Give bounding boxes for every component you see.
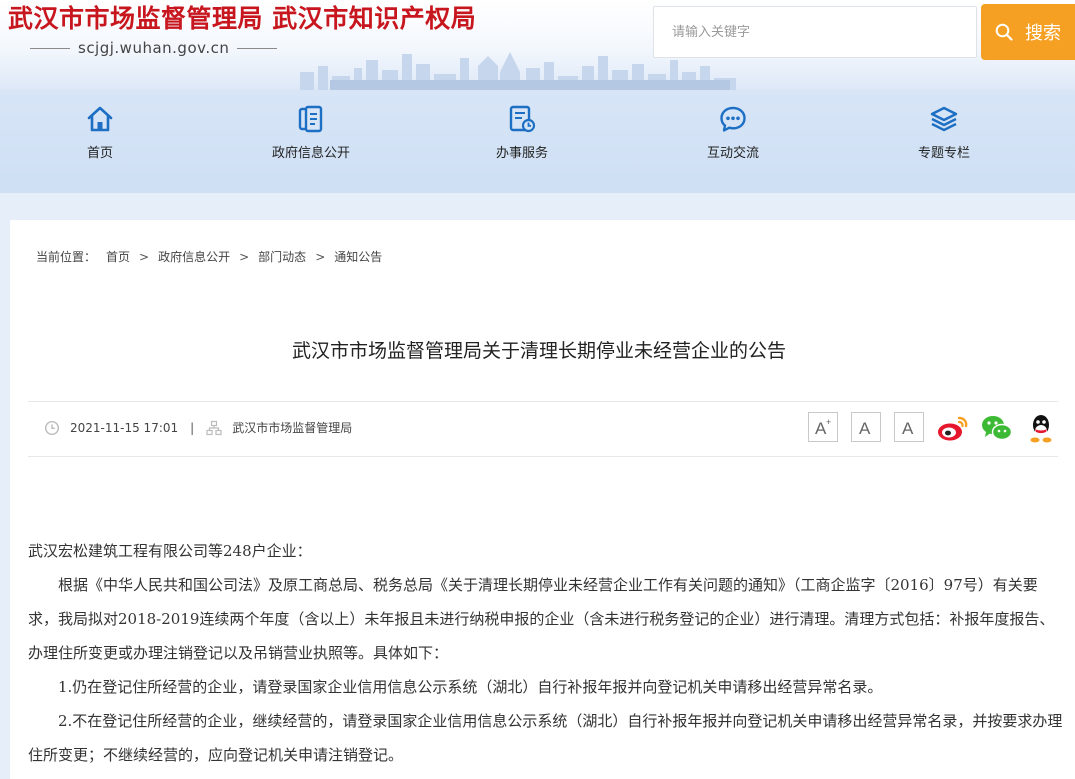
nav-label: 政府信息公开	[271, 146, 350, 161]
nav-item-interaction[interactable]: 互动交流	[673, 104, 793, 174]
svg-text:A: A	[902, 419, 914, 438]
search-button-label: 搜索	[1025, 23, 1061, 43]
nav-item-special-topics[interactable]: 专题专栏	[884, 104, 1004, 174]
nav-label: 办事服务	[495, 146, 548, 161]
nav-label: 首页	[86, 146, 113, 161]
qq-icon[interactable]	[1024, 412, 1058, 444]
article-card: 当前位置： 首页 > 政府信息公开 > 部门动态 > 通知公告 武汉市市场监督管…	[10, 220, 1075, 779]
layers-icon	[930, 106, 958, 132]
breadcrumb-separator: >	[315, 249, 326, 264]
article-paragraph: 2.不在登记住所经营的企业，继续经营的，请登录国家企业信用信息公示系统（湖北）自…	[28, 712, 1063, 764]
article-body: 武汉宏松建筑工程有限公司等248户企业： 根据《中华人民共和国公司法》及原工商总…	[28, 534, 1065, 772]
nav-item-home[interactable]: 首页	[40, 104, 160, 174]
svg-text:+: +	[826, 417, 831, 427]
wechat-icon[interactable]	[980, 412, 1014, 444]
site-domain: scjgj.wuhan.gov.cn	[30, 38, 280, 58]
article-source: 武汉市市场监督管理局	[232, 421, 353, 435]
divider	[30, 47, 70, 49]
font-reset-icon: A	[859, 419, 871, 438]
search-icon	[995, 23, 1013, 41]
search-button[interactable]: 搜索	[981, 4, 1075, 60]
article-meta-info: 2021-11-15 17:01 | 武汉市市场监督管理局	[44, 419, 352, 436]
nav-label: 专题专栏	[917, 146, 970, 161]
home-icon	[87, 106, 113, 132]
breadcrumb-separator: >	[139, 249, 150, 264]
main-nav: 首页 政府信息公开 办事服务 互动交流 专题专栏	[0, 90, 1075, 193]
source-org-icon	[206, 420, 222, 435]
site-title: 武汉市市场监督管理局 武汉市知识产权局	[8, 4, 477, 33]
nav-label: 互动交流	[706, 146, 759, 161]
article-paragraph: 根据《中华人民共和国公司法》及原工商总局、税务总局《关于清理长期停业未经营企业工…	[28, 576, 1055, 662]
documents-icon	[298, 105, 323, 133]
svg-text:A: A	[859, 419, 871, 438]
meta-divider: |	[190, 420, 195, 435]
breadcrumb: 当前位置： 首页 > 政府信息公开 > 部门动态 > 通知公告	[36, 248, 382, 265]
weibo-icon[interactable]	[936, 412, 970, 444]
divider	[237, 47, 278, 49]
publish-date: 2021-11-15 17:01	[70, 420, 179, 435]
breadcrumb-dept-news-link[interactable]: 部门动态	[258, 248, 306, 265]
font-size-reset-button[interactable]: A	[851, 412, 881, 442]
article-tools: A + A A	[808, 412, 1058, 444]
breadcrumb-home-link[interactable]: 首页	[106, 248, 130, 265]
site-header: 武汉市市场监督管理局 武汉市知识产权局 scjgj.wuhan.gov.cn 搜…	[0, 0, 1075, 90]
font-size-increase-button[interactable]: A +	[808, 412, 838, 442]
breadcrumb-notices-link[interactable]: 通知公告	[334, 248, 382, 265]
site-domain-text: scjgj.wuhan.gov.cn	[78, 39, 230, 57]
chat-bubble-icon	[720, 106, 746, 132]
article-paragraph: 武汉宏松建筑工程有限公司等248户企业：	[28, 542, 312, 560]
nav-item-gov-info[interactable]: 政府信息公开	[251, 104, 371, 174]
breadcrumb-separator: >	[239, 249, 250, 264]
font-decrease-icon: A	[902, 419, 914, 438]
article-paragraph: 1.仍在登记住所经营的企业，请登录国家企业信用信息公示系统（湖北）自行补报年报并…	[58, 678, 883, 696]
font-size-decrease-button[interactable]: A	[894, 412, 924, 442]
article-title: 武汉市市场监督管理局关于清理长期停业未经营企业的公告	[291, 340, 786, 362]
nav-item-services[interactable]: 办事服务	[462, 104, 582, 174]
service-form-icon	[509, 105, 536, 133]
font-increase-icon: A +	[815, 417, 831, 438]
search-input[interactable]	[653, 6, 977, 58]
clock-icon	[44, 420, 60, 435]
breadcrumb-gov-info-link[interactable]: 政府信息公开	[158, 248, 230, 265]
article-meta-bar: 2021-11-15 17:01 | 武汉市市场监督管理局 A + A A	[28, 401, 1058, 457]
breadcrumb-prefix: 当前位置：	[36, 250, 97, 264]
